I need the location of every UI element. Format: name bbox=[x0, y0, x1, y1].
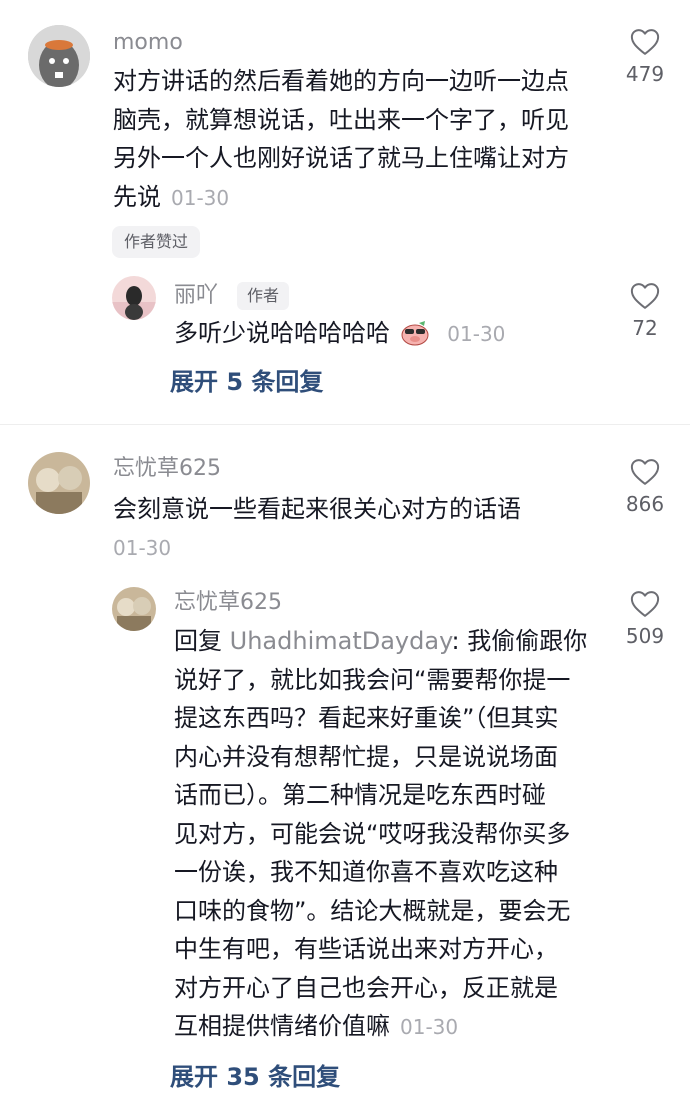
reply-avatar[interactable] bbox=[112, 587, 156, 631]
avatar-image bbox=[28, 25, 90, 87]
avatar-image bbox=[112, 276, 156, 320]
reply-username: 丽吖 作者 bbox=[174, 282, 290, 310]
heart-outline-icon bbox=[630, 283, 660, 309]
heart-outline-icon bbox=[630, 29, 660, 55]
like-count: 509 bbox=[625, 624, 665, 648]
comment-text: 对方讲话的然后看着她的方向一边听一边点 脑壳，就算想说话，吐出来一个字了，听见 … bbox=[113, 62, 569, 217]
reply-username[interactable]: 忘忧草625 bbox=[174, 590, 282, 616]
comment-item: momo 对方讲话的然后看着她的方向一边听一边点 脑壳，就算想说话，吐出来一个字… bbox=[0, 0, 690, 420]
like-button[interactable]: 479 bbox=[615, 28, 675, 86]
expand-replies-button[interactable]: 展开 5 条回复 bbox=[170, 367, 323, 397]
reply-text-line: 口味的食物”。结论大概就是，要会无 bbox=[174, 896, 571, 925]
reply-text-line: 回复 UhadhimatDayday: 我偷偷跟你 bbox=[174, 622, 587, 661]
like-count: 866 bbox=[625, 492, 665, 516]
comment-text-line: 另外一个人也刚好说话了就马上住嘴让对方 bbox=[113, 144, 569, 172]
heart-outline-icon bbox=[630, 459, 660, 485]
reply-date: 01-30 bbox=[400, 1015, 459, 1039]
comment-text-line: 脑壳，就算想说话，吐出来一个字了，听见 bbox=[113, 105, 569, 134]
avatar[interactable] bbox=[28, 25, 90, 87]
author-liked-badge: 作者赞过 bbox=[112, 226, 201, 258]
reply-text-line: 互相提供情绪价值嘛 01-30 bbox=[174, 1007, 587, 1047]
reply-text-line: 一份诶，我不知道你喜不喜欢吃这种 bbox=[174, 858, 558, 886]
pig-sunglasses-emoji bbox=[401, 321, 429, 346]
mention-link[interactable]: UhadhimatDayday bbox=[230, 627, 452, 655]
reply-text-line: 中生有吧，有些话说出来对方开心， bbox=[174, 935, 558, 963]
comment-text-line: 对方讲话的然后看着她的方向一边听一边点 bbox=[113, 67, 569, 95]
like-button[interactable]: 72 bbox=[615, 282, 675, 340]
like-button[interactable]: 509 bbox=[615, 590, 675, 648]
reply-text-line: 见对方，可能会说“哎呀我没帮你买多 bbox=[174, 819, 571, 848]
reply-text-line: 话而已）。第二种情况是吃东西时碰 bbox=[174, 781, 546, 809]
like-button[interactable]: 866 bbox=[615, 458, 675, 516]
comment-text: 会刻意说一些看起来很关心对方的话语 bbox=[113, 490, 521, 529]
reply-date: 01-30 bbox=[447, 322, 506, 346]
comment-text-last: 先说 bbox=[113, 182, 161, 211]
reply-avatar[interactable] bbox=[112, 276, 156, 320]
reply-prefix: 回复 bbox=[174, 627, 222, 655]
avatar-image bbox=[28, 452, 90, 514]
reply-text-line: 对方开心了自己也会开心，反正就是 bbox=[174, 973, 558, 1002]
reply-text: 多听少说哈哈哈哈哈 01-30 bbox=[174, 314, 505, 354]
comment-text-line: 会刻意说一些看起来很关心对方的话语 bbox=[113, 495, 521, 523]
reply-text-content: 多听少说哈哈哈哈哈 bbox=[174, 319, 390, 347]
divider bbox=[0, 424, 690, 425]
reply-username-text[interactable]: 丽吖 bbox=[174, 283, 218, 308]
comment-item: 忘忧草625 会刻意说一些看起来很关心对方的话语 01-30 866 忘忧草62… bbox=[0, 430, 690, 1119]
reply-text-line: 说好了，就比如我会问“需要帮你提一 bbox=[174, 665, 571, 694]
comment-username[interactable]: 忘忧草625 bbox=[113, 456, 221, 482]
author-tag: 作者 bbox=[237, 282, 290, 310]
reply-text-line: 提这东西吗？看起来好重诶”（但其实 bbox=[174, 704, 559, 732]
like-count: 479 bbox=[625, 62, 665, 86]
reply-text-rest: : 我偷偷跟你 bbox=[451, 627, 588, 655]
expand-replies-button[interactable]: 展开 35 条回复 bbox=[170, 1062, 340, 1092]
heart-outline-icon bbox=[630, 591, 660, 617]
like-count: 72 bbox=[632, 316, 658, 340]
avatar[interactable] bbox=[28, 452, 90, 514]
reply-text: 回复 UhadhimatDayday: 我偷偷跟你 说好了，就比如我会问“需要帮… bbox=[174, 622, 587, 1047]
avatar-image bbox=[112, 587, 156, 631]
comment-date: 01-30 bbox=[113, 536, 172, 560]
comment-date: 01-30 bbox=[171, 185, 230, 210]
comment-username[interactable]: momo bbox=[113, 30, 183, 56]
reply-text-line: 内心并没有想帮忙提，只是说说场面 bbox=[174, 742, 558, 771]
comment-text-line: 先说 01-30 bbox=[113, 178, 569, 218]
reply-text-last: 互相提供情绪价值嘛 bbox=[174, 1012, 390, 1040]
